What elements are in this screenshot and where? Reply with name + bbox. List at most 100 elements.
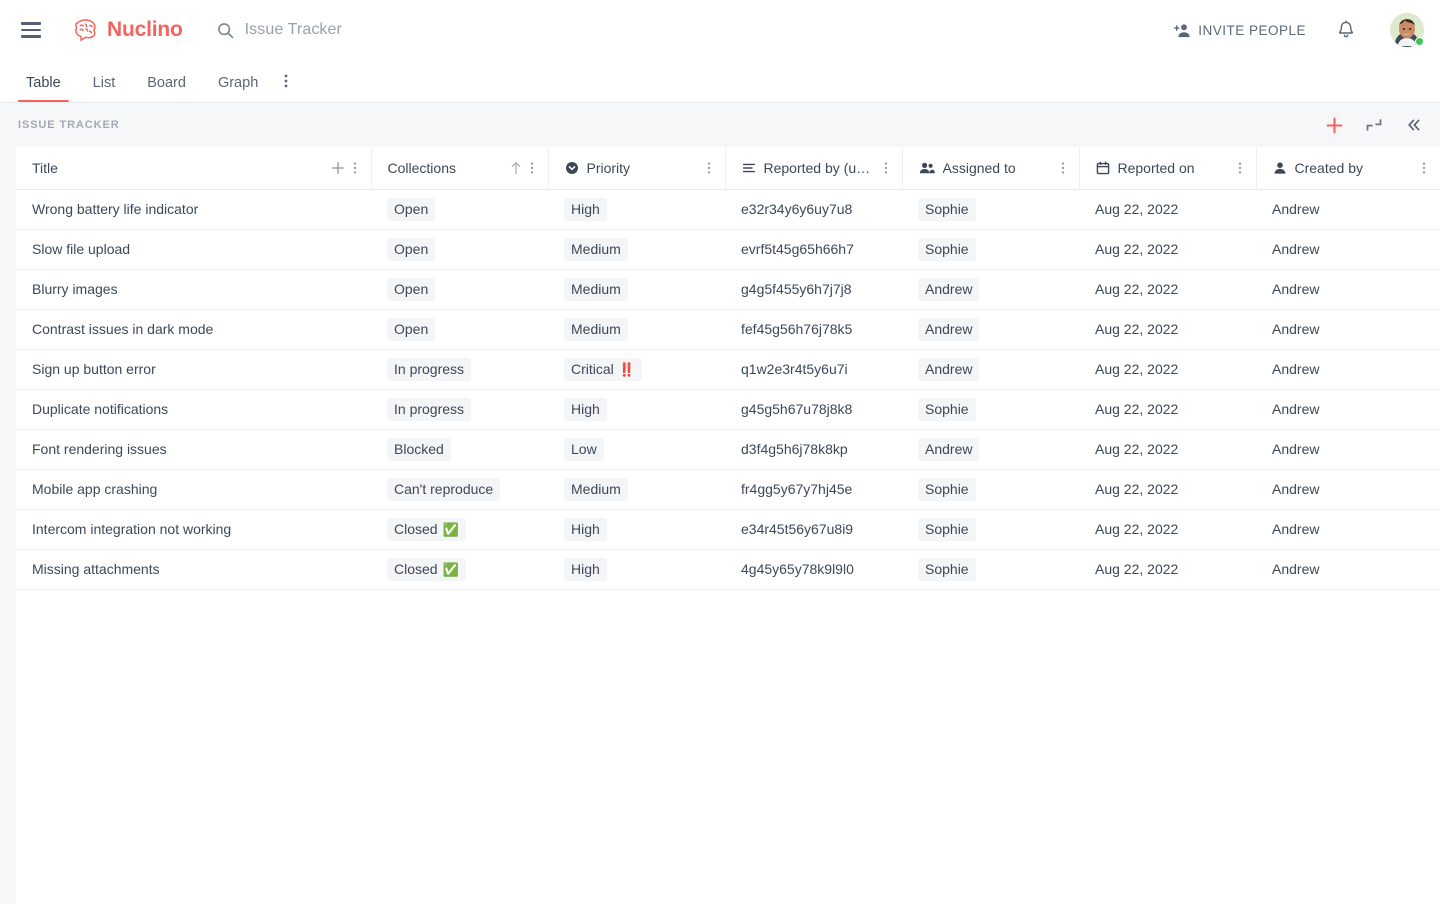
- cell-created-by[interactable]: Andrew: [1256, 309, 1440, 350]
- column-header-created-by[interactable]: Created by: [1256, 147, 1440, 190]
- cell-reported-on[interactable]: Aug 22, 2022: [1079, 509, 1256, 550]
- cell-reported-on[interactable]: Aug 22, 2022: [1079, 389, 1256, 430]
- cell-reported-by[interactable]: fr4gg5y67y7hj45e: [725, 469, 902, 510]
- column-header-reported-by[interactable]: Reported by (u…: [725, 147, 903, 190]
- tab-graph[interactable]: Graph: [210, 75, 266, 102]
- cell-title[interactable]: Contrast issues in dark mode: [16, 309, 371, 350]
- cell-collection[interactable]: Open: [371, 229, 548, 270]
- bell-icon[interactable]: [1336, 20, 1356, 40]
- cell-reported-by[interactable]: evrf5t45g65h66h7: [725, 229, 902, 270]
- cell-assigned-to[interactable]: Sophie: [902, 189, 1079, 230]
- cell-created-by[interactable]: Andrew: [1256, 269, 1440, 310]
- table-row[interactable]: Slow file upload Open Medium evrf5t45g65h66…: [16, 229, 1440, 270]
- cell-reported-by[interactable]: e32r34y6y6uy7u8: [725, 189, 902, 230]
- column-header-collections[interactable]: Collections: [371, 147, 549, 190]
- cell-priority[interactable]: High: [548, 509, 725, 550]
- sort-ascending-icon[interactable]: [510, 161, 522, 175]
- cell-created-by[interactable]: Andrew: [1256, 429, 1440, 470]
- add-item-button[interactable]: [1322, 113, 1346, 137]
- cell-collection[interactable]: Open: [371, 309, 548, 350]
- cell-created-by[interactable]: Andrew: [1256, 189, 1440, 230]
- add-column-icon[interactable]: [331, 161, 345, 175]
- cell-reported-on[interactable]: Aug 22, 2022: [1079, 469, 1256, 510]
- column-header-reported-on[interactable]: Reported on: [1079, 147, 1257, 190]
- cell-reported-by[interactable]: q1w2e3r4t5y6u7i: [725, 349, 902, 390]
- cell-priority[interactable]: Medium: [548, 269, 725, 310]
- column-menu-icon[interactable]: [1422, 161, 1426, 175]
- cell-created-by[interactable]: Andrew: [1256, 349, 1440, 390]
- cell-assigned-to[interactable]: Sophie: [902, 229, 1079, 270]
- collapse-sidebar-button[interactable]: [1402, 113, 1426, 137]
- cell-title[interactable]: Duplicate notifications: [16, 389, 371, 430]
- cell-reported-by[interactable]: 4g45y65y78k9l9l0: [725, 549, 902, 590]
- cell-title[interactable]: Wrong battery life indicator: [16, 189, 371, 230]
- cell-assigned-to[interactable]: Sophie: [902, 509, 1079, 550]
- cell-title[interactable]: Blurry images: [16, 269, 371, 310]
- table-row[interactable]: Blurry images Open Medium g4g5f455y6h7j7j8 A…: [16, 269, 1440, 310]
- brand-logo[interactable]: Nuclino: [72, 18, 183, 42]
- cell-reported-by[interactable]: e34r45t56y67u8i9: [725, 509, 902, 550]
- tab-table[interactable]: Table: [18, 75, 69, 102]
- column-menu-icon[interactable]: [884, 161, 888, 175]
- column-menu-icon[interactable]: [1238, 161, 1242, 175]
- cell-collection[interactable]: In progress: [371, 349, 548, 390]
- cell-reported-on[interactable]: Aug 22, 2022: [1079, 309, 1256, 350]
- column-menu-icon[interactable]: [530, 161, 534, 175]
- hamburger-icon[interactable]: [18, 17, 44, 43]
- table-row[interactable]: Mobile app crashing Can't reproduce Medium…: [16, 469, 1440, 510]
- cell-priority[interactable]: Medium: [548, 229, 725, 270]
- column-menu-icon[interactable]: [1061, 161, 1065, 175]
- table-row[interactable]: Duplicate notifications In progress High g4…: [16, 389, 1440, 430]
- table-row[interactable]: Font rendering issues Blocked Low d3f4g5h6j…: [16, 429, 1440, 470]
- cell-priority[interactable]: High: [548, 389, 725, 430]
- cell-priority[interactable]: High: [548, 549, 725, 590]
- cell-title[interactable]: Slow file upload: [16, 229, 371, 270]
- collapse-rows-button[interactable]: [1362, 113, 1386, 137]
- cell-title[interactable]: Missing attachments: [16, 549, 371, 590]
- cell-collection[interactable]: Blocked: [371, 429, 548, 470]
- cell-created-by[interactable]: Andrew: [1256, 469, 1440, 510]
- table-row[interactable]: Wrong battery life indicator Open High e32r…: [16, 189, 1440, 230]
- table-row[interactable]: Missing attachments Closed ✅ High 4g45y65y78…: [16, 549, 1440, 590]
- cell-collection[interactable]: Closed ✅: [371, 549, 548, 590]
- cell-reported-by[interactable]: fef45g56h76j78k5: [725, 309, 902, 350]
- cell-collection[interactable]: Can't reproduce: [371, 469, 548, 510]
- cell-reported-on[interactable]: Aug 22, 2022: [1079, 429, 1256, 470]
- column-menu-icon[interactable]: [707, 161, 711, 175]
- cell-assigned-to[interactable]: Sophie: [902, 549, 1079, 590]
- cell-title[interactable]: Mobile app crashing: [16, 469, 371, 510]
- cell-collection[interactable]: Open: [371, 189, 548, 230]
- cell-reported-on[interactable]: Aug 22, 2022: [1079, 189, 1256, 230]
- cell-assigned-to[interactable]: Sophie: [902, 389, 1079, 430]
- cell-created-by[interactable]: Andrew: [1256, 229, 1440, 270]
- cell-priority[interactable]: Low: [548, 429, 725, 470]
- cell-reported-by[interactable]: g4g5f455y6h7j7j8: [725, 269, 902, 310]
- tab-board[interactable]: Board: [139, 75, 194, 102]
- cell-reported-on[interactable]: Aug 22, 2022: [1079, 349, 1256, 390]
- cell-collection[interactable]: Closed ✅: [371, 509, 548, 550]
- cell-assigned-to[interactable]: Sophie: [902, 469, 1079, 510]
- table-row[interactable]: Sign up button error In progress Critical ‼…: [16, 349, 1440, 390]
- tabs-more-button[interactable]: [282, 73, 294, 102]
- cell-title[interactable]: Font rendering issues: [16, 429, 371, 470]
- column-menu-icon[interactable]: [353, 161, 357, 175]
- column-header-priority[interactable]: Priority: [548, 147, 726, 190]
- cell-reported-by[interactable]: d3f4g5h6j78k8kp: [725, 429, 902, 470]
- search-input[interactable]: Issue Tracker: [217, 21, 1175, 39]
- cell-reported-on[interactable]: Aug 22, 2022: [1079, 549, 1256, 590]
- tab-list[interactable]: List: [85, 75, 124, 102]
- cell-priority[interactable]: Critical ‼️: [548, 349, 725, 390]
- column-header-title[interactable]: Title: [16, 147, 372, 190]
- avatar[interactable]: [1390, 13, 1424, 47]
- cell-collection[interactable]: Open: [371, 269, 548, 310]
- cell-reported-on[interactable]: Aug 22, 2022: [1079, 229, 1256, 270]
- cell-priority[interactable]: High: [548, 189, 725, 230]
- cell-priority[interactable]: Medium: [548, 309, 725, 350]
- cell-title[interactable]: Sign up button error: [16, 349, 371, 390]
- table-row[interactable]: Contrast issues in dark mode Open Medium fe…: [16, 309, 1440, 350]
- cell-assigned-to[interactable]: Andrew: [902, 269, 1079, 310]
- cell-created-by[interactable]: Andrew: [1256, 549, 1440, 590]
- cell-assigned-to[interactable]: Andrew: [902, 349, 1079, 390]
- cell-priority[interactable]: Medium: [548, 469, 725, 510]
- cell-reported-on[interactable]: Aug 22, 2022: [1079, 269, 1256, 310]
